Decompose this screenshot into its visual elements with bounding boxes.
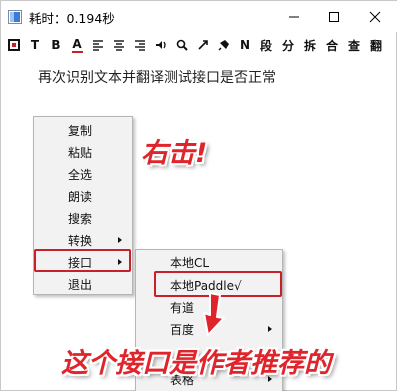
screenshot-icon[interactable] bbox=[6, 34, 22, 56]
submenu-arrow-icon bbox=[118, 237, 122, 243]
menu-item-label: 有道 bbox=[170, 301, 195, 315]
align-left-icon[interactable] bbox=[90, 34, 106, 56]
menu-item-label: 转换 bbox=[68, 234, 93, 248]
translate-button[interactable]: 翻 bbox=[368, 34, 384, 56]
check-button[interactable]: 查 bbox=[346, 34, 362, 56]
search-icon[interactable] bbox=[174, 34, 190, 56]
app-icon bbox=[8, 9, 22, 24]
menu-item-label: 复制 bbox=[68, 124, 93, 138]
menu-item-copy[interactable]: 复制 bbox=[34, 119, 132, 141]
recognized-text[interactable]: 再次识别文本并翻译测试接口是否正常 bbox=[38, 67, 276, 87]
minimize-button[interactable] bbox=[274, 1, 314, 32]
window-title: 耗时：0.194秒 bbox=[29, 11, 115, 26]
maximize-button[interactable] bbox=[314, 1, 354, 32]
align-right-icon[interactable] bbox=[132, 34, 148, 56]
title-bar: 耗时：0.194秒 bbox=[1, 1, 397, 32]
menu-item-label: 本地CL bbox=[170, 256, 210, 270]
font-color-bar bbox=[71, 50, 83, 53]
menu-item-label: 朗读 bbox=[68, 190, 93, 204]
menu-item-label: 全选 bbox=[68, 168, 93, 182]
submenu-arrow-icon bbox=[268, 326, 272, 332]
right-click-annotation: 右击! bbox=[141, 138, 208, 169]
pin-icon[interactable] bbox=[216, 34, 232, 56]
minimize-icon bbox=[289, 16, 299, 17]
split-button[interactable]: 分 bbox=[280, 34, 296, 56]
menu-item-search[interactable]: 搜索 bbox=[34, 207, 132, 229]
menu-item-label: 搜索 bbox=[68, 212, 93, 226]
app-window: 耗时：0.194秒 T B A N 段 分 拆 合 查 翻 再次识别文本并翻译测… bbox=[0, 0, 397, 391]
font-color-icon[interactable]: A bbox=[69, 34, 85, 56]
menu-item-label: 退出 bbox=[68, 278, 93, 292]
translate-icon[interactable] bbox=[195, 34, 211, 56]
n-icon[interactable]: N bbox=[237, 34, 253, 56]
pointer-arrow-icon bbox=[203, 292, 225, 336]
menu-item-exit[interactable]: 退出 bbox=[34, 273, 132, 295]
menu-item-label: 粘贴 bbox=[68, 146, 93, 160]
recommended-annotation: 这个接口是作者推荐的 bbox=[61, 348, 331, 379]
font-color-letter: A bbox=[72, 36, 82, 51]
paragraph-button[interactable]: 段 bbox=[258, 34, 274, 56]
interface-highlight-box bbox=[34, 249, 131, 272]
menu-item-convert[interactable]: 转换 bbox=[34, 229, 132, 251]
merge-button[interactable]: 合 bbox=[324, 34, 340, 56]
speak-icon[interactable] bbox=[153, 34, 169, 56]
maximize-icon bbox=[329, 11, 339, 22]
align-center-icon[interactable] bbox=[111, 34, 127, 56]
bold-icon[interactable]: B bbox=[48, 34, 64, 56]
menu-item-paste[interactable]: 粘贴 bbox=[34, 141, 132, 163]
break-button[interactable]: 拆 bbox=[302, 34, 318, 56]
menu-item-label: 百度 bbox=[170, 323, 195, 337]
close-button[interactable] bbox=[355, 1, 395, 32]
toolbar: T B A N 段 分 拆 合 查 翻 bbox=[1, 34, 397, 56]
text-icon[interactable]: T bbox=[27, 34, 43, 56]
close-icon bbox=[369, 11, 381, 22]
menu-item-select-all[interactable]: 全选 bbox=[34, 163, 132, 185]
menu-item-read-aloud[interactable]: 朗读 bbox=[34, 185, 132, 207]
submenu-item-local-cl[interactable]: 本地CL bbox=[136, 251, 282, 273]
